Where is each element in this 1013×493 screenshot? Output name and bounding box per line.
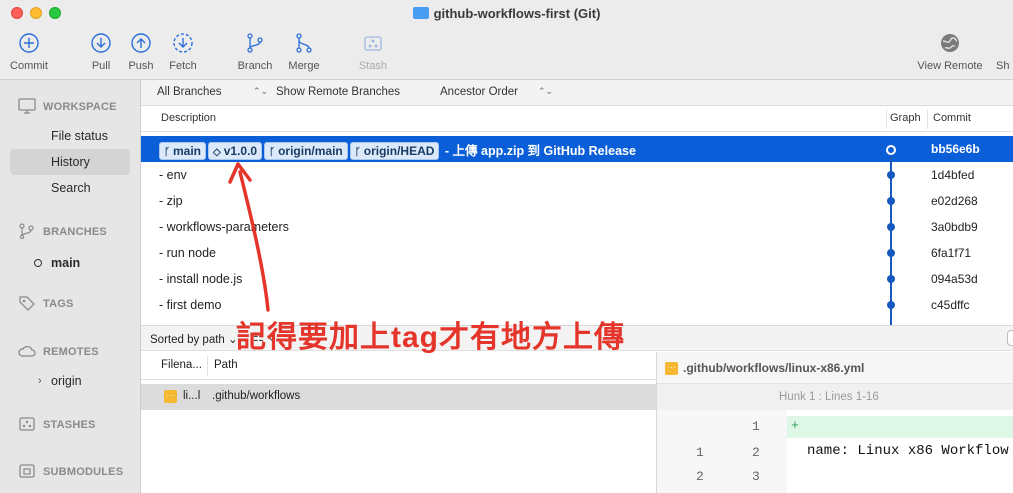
column-filename[interactable]: Filena... [161,359,202,371]
commit-description: - zip [159,194,183,208]
sidebar-stashes-header[interactable]: STASHES [18,416,96,432]
graph-node [887,301,895,309]
order-select[interactable]: Ancestor Order ⌃⌄ [440,86,553,98]
pull-button[interactable]: Pull [86,32,116,72]
branches-filter-select[interactable]: All Branches ⌃⌄ [157,86,268,98]
chevron-right-icon: › [38,375,42,387]
commit-hash: 094a53d [931,272,978,286]
merge-icon [296,33,312,53]
sidebar-tags-header[interactable]: TAGS [18,295,74,311]
column-divider[interactable] [927,109,928,129]
sidebar-workspace-header[interactable]: WORKSPACE [18,98,117,114]
sidebar-item-file-status[interactable]: File status [10,123,130,149]
window-title: github-workflows-first (Git) [0,6,1013,21]
commit-hash: 6fa1f71 [931,246,972,260]
sidebar-item-search[interactable]: Search [10,175,130,201]
branch-icon: ᚴ [269,147,276,158]
line-number-gutter: 1 1 2 2 3 [657,410,787,493]
branch-tag[interactable]: ᚴ main [159,142,207,160]
diff-file-header: ··· .github/workflows/linux-x86.yml [657,352,1013,384]
show-remote-branches-toggle[interactable]: Show Remote Branches [276,86,400,98]
commit-description: - first demo [159,298,222,312]
file-row[interactable]: ··· li...l .github/workflows [141,384,656,410]
updown-chevron-icon: ⌃⌄ [253,86,269,96]
sidebar-item-branch-main[interactable]: main [10,250,130,276]
diff-line-text: name: Linux x86 Workflow [807,443,1009,459]
tag-icon: ◇ [213,147,221,158]
graph-node [887,249,895,257]
sidebar-branches-header[interactable]: BRANCHES [18,223,107,239]
remote-branch-tag[interactable]: ᚴ origin/main [264,142,348,160]
column-divider[interactable] [886,109,887,129]
column-path[interactable]: Path [214,359,238,371]
tag-icon [19,296,35,311]
commit-list-header: Description Graph Commit [141,106,1013,132]
graph-head-node [886,145,896,155]
branch-icon: ᚴ [354,147,361,158]
graph-node [887,197,895,205]
globe-icon [941,34,959,52]
sidebar-item-history[interactable]: History [10,149,130,175]
diff-pane: ··· .github/workflows/linux-x86.yml Hunk… [657,352,1013,493]
graph-node [887,275,895,283]
sidebar-submodules-header[interactable]: SUBMODULES [18,463,123,479]
toolbar: github-workflows-first (Git) Commit Pull… [0,0,1013,80]
view-remote-button[interactable]: View Remote [912,32,988,72]
sidebar-item-remote-origin[interactable]: › origin [10,368,130,394]
modified-file-icon: ··· [665,362,678,375]
commit-hash: 3a0bdb9 [931,220,978,234]
stash-button[interactable]: Stash [356,32,390,72]
sidebar: WORKSPACE File status History Search BRA… [0,80,141,493]
current-branch-icon [34,259,42,267]
files-header: Filena... Path [141,352,656,380]
column-commit[interactable]: Commit [933,112,971,124]
monitor-icon [18,98,36,114]
commit-hash: e02d268 [931,194,978,208]
annotation-text: 記得要加上tag才有地方上傳 [236,321,625,354]
remote-head-tag[interactable]: ᚴ origin/HEAD [349,142,440,160]
commit-description: ᚴ main ◇ v1.0.0 ᚴ origin/main ᚴ origin/HEAD - 上… [159,140,636,160]
arrow-up-circle-icon [131,33,151,53]
sidebar-remotes-header[interactable]: REMOTES [18,343,99,359]
folder-icon [412,7,429,19]
search-field[interactable] [1007,330,1013,346]
hunk-header: Hunk 1 : Lines 1-16 [657,384,1013,410]
commit-hash: bb56e6b [931,142,980,156]
graph-node [887,171,895,179]
added-line: + [787,416,1013,438]
branch-icon [19,223,34,239]
branch-icon [247,33,263,53]
red-arrow-annotation [228,162,270,312]
column-graph[interactable]: Graph [890,112,921,124]
column-divider[interactable] [207,356,208,376]
commit-description: - env [159,168,187,182]
fetch-button[interactable]: Fetch [166,32,200,72]
stash-icon [19,417,35,431]
branch-button[interactable]: Branch [235,32,275,72]
commit-hash: c45dffc [931,298,970,312]
commit-button[interactable]: Commit [8,32,50,72]
commit-hash: 1d4bfed [931,168,975,182]
stash-icon [364,36,382,51]
history-filter-bar: All Branches ⌃⌄ Show Remote Branches Ance… [141,80,1013,106]
commit-row[interactable]: ᚴ main ◇ v1.0.0 ᚴ origin/main ᚴ origin/HEAD - 上… [141,136,1013,162]
version-tag[interactable]: ◇ v1.0.0 [208,142,263,160]
arrow-down-circle-icon [91,33,111,53]
submodule-icon [19,464,35,478]
plus-circle-icon [19,33,39,53]
graph-node [887,223,895,231]
cloud-icon [18,345,36,357]
column-description[interactable]: Description [161,112,216,124]
sort-select[interactable]: Sorted by path ⌄ [150,332,238,346]
updown-chevron-icon: ⌃⌄ [538,86,554,96]
branch-icon: ᚴ [164,147,170,158]
show-icon [996,32,1013,54]
modified-file-icon: ··· [164,390,177,403]
commit-description: - run node [159,246,216,260]
push-button[interactable]: Push [126,32,156,72]
merge-button[interactable]: Merge [286,32,322,72]
fetch-icon [173,33,193,53]
show-button[interactable]: Sh [996,32,1013,72]
app-window: github-workflows-first (Git) Commit Pull… [0,0,1013,493]
